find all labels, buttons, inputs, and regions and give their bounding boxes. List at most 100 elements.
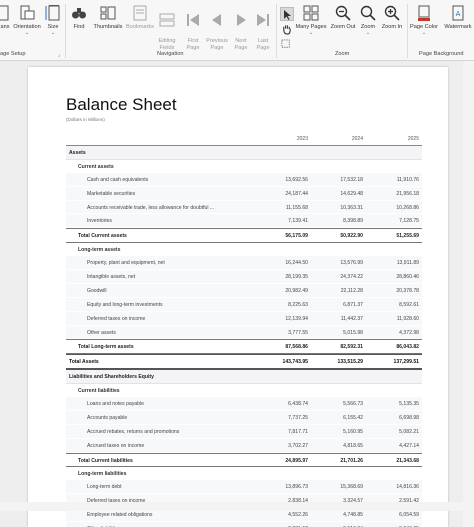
binoculars-icon	[72, 8, 86, 19]
row-label: Other assets	[87, 329, 116, 336]
document-viewer[interactable]: Balance Sheet (Dollars in Millions) 2023…	[0, 61, 474, 527]
orientation-button[interactable]: Orientation ⌄	[12, 5, 42, 36]
zoom-dropdown-button[interactable]: Zoom ⌄	[358, 5, 378, 36]
table-row: Property, plant and equipment, net 16,244…	[66, 256, 422, 271]
group-divider	[276, 4, 277, 58]
row-value: 28,199.35	[285, 274, 308, 281]
group-label-page-setup: age Setup	[0, 51, 26, 57]
table-row: Deferred taxes on income 12,139.94 11,442.…	[66, 311, 422, 326]
row-label: Property, plant and equipment, net	[87, 260, 165, 267]
dialog-launcher-icon[interactable]: ⌟	[58, 52, 60, 58]
row-value: 7,817.71	[288, 428, 308, 435]
watermark-button[interactable]: A Watermark	[441, 5, 474, 31]
table-row: Equity and long-term investments 8,225.63…	[66, 297, 422, 312]
row-value: 28,860.46	[396, 274, 419, 281]
row-label: Liabilities and Shareholders Equity	[69, 374, 154, 381]
thumbnails-button[interactable]: Thumbnails	[92, 5, 124, 31]
row-label: Equity and long-term investments	[87, 301, 163, 308]
row-value: 8,398.89	[343, 218, 363, 225]
find-label: Find	[73, 24, 85, 30]
previous-page-button[interactable]: Previous Page	[205, 5, 229, 52]
row-value: 13,576.99	[340, 260, 363, 267]
table-row: Long-term debt 13,896.73 15,368.69 14,816.3…	[66, 480, 422, 495]
row-label: Marketable securities	[87, 190, 136, 197]
row-label: Total Long-term assets	[78, 344, 134, 351]
zoom-out-button[interactable]: Zoom Out	[329, 5, 357, 31]
year-header: 2025	[407, 136, 419, 142]
row-label: Cash and cash equivalents	[87, 176, 149, 183]
row-value: 10,268.86	[396, 204, 419, 211]
row-value: 8,592.61	[399, 301, 419, 308]
size-button[interactable]: Size ⌄	[44, 5, 62, 36]
bookmark-icon	[133, 5, 147, 21]
row-value: 24,895.97	[285, 457, 308, 464]
marquee-tool-button[interactable]	[281, 37, 292, 48]
row-value: 16,244.50	[285, 260, 308, 267]
zoom-out-label: Zoom Out	[330, 24, 356, 30]
row-value: 6,698.98	[399, 414, 419, 421]
table-row: Intangible assets, net 28,199.35 24,374.22…	[66, 270, 422, 284]
subsection-row: Current assets	[66, 160, 422, 173]
row-value: 5,015.98	[343, 329, 363, 336]
page-size-icon	[45, 5, 60, 21]
group-label-zoom: Zoom	[335, 51, 350, 57]
first-page-button[interactable]: First Page	[183, 5, 203, 52]
hand-tool-button[interactable]	[281, 22, 292, 35]
row-label: Total Assets	[69, 359, 99, 366]
table-row: Marketable securities 24,187.44 14,629.48 2…	[66, 186, 422, 201]
row-value: 4,552.26	[288, 512, 308, 519]
row-value: 4,372.98	[399, 329, 419, 336]
year-header: 2023	[296, 136, 308, 142]
row-value: 86,043.82	[396, 344, 419, 351]
pointer-tool-button[interactable]	[280, 7, 294, 21]
find-button[interactable]: Find	[68, 5, 90, 31]
subsection-row: Long-term assets	[66, 243, 422, 256]
page-color-button[interactable]: Page Color ⌄	[409, 5, 439, 36]
table-body: Assets Current assets Cash and cash equiva…	[66, 146, 422, 527]
row-value: 5,082.21	[399, 428, 419, 435]
horizontal-scrollbar[interactable]	[0, 502, 463, 511]
zoom-in-icon	[384, 5, 400, 21]
vertical-scrollbar[interactable]	[463, 61, 474, 527]
row-value: 133,515.29	[337, 359, 364, 366]
chevron-down-icon: ⌄	[24, 30, 30, 36]
margins-button[interactable]: ans	[0, 5, 12, 31]
chevron-down-icon: ⌄	[365, 30, 371, 36]
row-value: 24,374.22	[340, 274, 363, 281]
row-label: Accrued taxes on income	[87, 442, 145, 449]
row-value: 51,255.69	[396, 233, 419, 240]
orientation-icon	[20, 5, 35, 20]
editing-fields-label: Editing Fields	[158, 38, 176, 51]
row-label: Total Current liabilities	[78, 457, 133, 464]
row-value: 13,896.73	[285, 484, 308, 491]
row-value: 5,160.95	[343, 428, 363, 435]
report-page: Balance Sheet (Dollars in Millions) 2023…	[28, 67, 448, 527]
bookmarks-button[interactable]: Bookmarks	[125, 5, 155, 31]
row-value: 4,748.85	[343, 512, 363, 519]
section-row: Liabilities and Shareholders Equity	[66, 370, 422, 385]
subsection-row: Current liabilities	[66, 384, 422, 397]
balance-sheet-table: 2023 2024 2025 Assets Current assets Cash …	[66, 133, 422, 527]
next-page-button[interactable]: Next Page	[231, 5, 251, 52]
many-pages-button[interactable]: Many Pages ⌄	[294, 5, 328, 36]
hand-icon	[283, 25, 291, 35]
group-label-page-background: Page Background	[419, 51, 464, 57]
row-value: 56,175.09	[285, 233, 308, 240]
row-value: 22,112.28	[340, 287, 363, 294]
first-page-icon	[187, 14, 199, 26]
zoom-icon	[360, 5, 376, 21]
section-row: Assets	[66, 146, 422, 160]
editing-fields-button[interactable]: Editing Fields	[155, 5, 179, 52]
row-value: 6,438.74	[288, 401, 308, 408]
row-value: 143,743.95	[282, 359, 309, 366]
row-label: Accrued rebates, returns and promotions	[87, 428, 180, 435]
zoom-out-icon	[335, 5, 351, 21]
last-page-button[interactable]: Last Page	[253, 5, 273, 52]
row-value: 11,442.37	[340, 315, 363, 322]
bookmarks-label: Bookmarks	[126, 24, 154, 30]
watermark-icon: A	[452, 5, 464, 21]
row-value: 3,777.55	[288, 329, 308, 336]
row-value: 5,135.35	[399, 401, 419, 408]
zoom-in-button[interactable]: Zoom In	[379, 5, 405, 31]
row-value: 11,155.68	[285, 204, 308, 211]
